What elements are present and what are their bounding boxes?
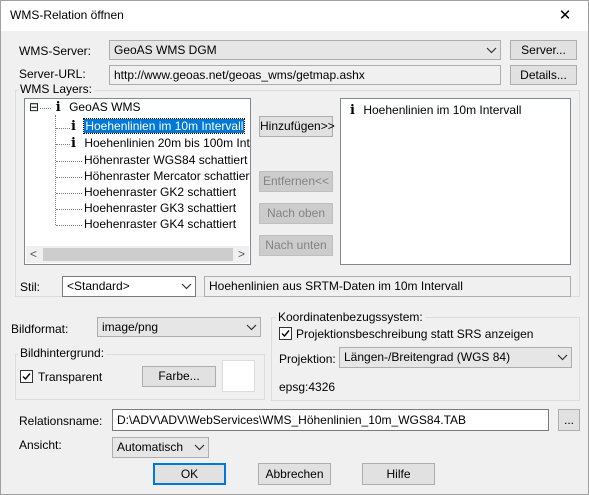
tree-root-node[interactable]: ⊟ i GeoAS WMS [29,100,140,115]
style-select[interactable]: <Standard> [62,276,196,297]
color-swatch [222,360,255,392]
background-group-title: Bildhintergrund: [18,346,107,360]
tree-guide-line [56,193,82,194]
style-value: <Standard> [67,279,130,293]
tree-item-hoehenraster-wgs84[interactable]: Höhenraster WGS84 schattiert [84,153,247,167]
crs-group-title: Koordinatenbezugssystem: [276,310,425,324]
tree-item-hoehenraster-gk2[interactable]: Hoehenraster GK2 schattiert [84,185,236,199]
projection-value: Längen-/Breitengrad (WGS 84) [344,350,511,364]
view-label: Ansicht: [19,438,62,452]
style-description: Hoehenlinien aus SRTM-Daten im 10m Inter… [204,276,571,297]
server-url-field[interactable]: http://www.geoas.net/geoas_wms/getmap.as… [109,65,501,85]
wms-layers-title: WMS Layers: [18,82,95,96]
dialog-window: WMS-Relation öffnen ✕ WMS-Server: GeoAS … [0,0,589,495]
tree-item-label: Hoehenlinien im 10m Intervall [83,118,246,134]
server-url-label: Server-URL: [19,67,86,81]
cancel-button[interactable]: Abbrechen [258,463,331,485]
close-button[interactable]: ✕ [542,1,588,31]
tree-guide-line [56,144,70,145]
tree-item-label: Hoehenraster GK4 schattiert [84,217,237,231]
scroll-right-icon[interactable]: > [238,247,245,261]
selected-layers-list[interactable]: i Hoehenlinien im 10m Intervall [340,98,571,265]
relation-name-field[interactable]: D:\ADV\ADV\WebServices\WMS_Höhenlinien_1… [112,409,549,431]
tree-guide-line [56,128,70,129]
window-title: WMS-Relation öffnen [10,8,124,22]
projection-select[interactable]: Längen-/Breitengrad (WGS 84) [339,347,572,368]
tree-guide-line [56,177,82,178]
tree-item-hoehenraster-gk4[interactable]: Hoehenraster GK4 schattiert [84,217,236,231]
format-value: image/png [102,320,159,334]
projection-label: Projektion: [279,352,336,366]
view-select[interactable]: Automatisch [112,437,209,458]
move-up-button[interactable]: Nach oben [259,203,333,224]
ok-button[interactable]: OK [153,463,226,485]
move-down-button[interactable]: Nach unten [259,235,333,256]
checkmark-icon [281,330,290,338]
tree-root-label: GeoAS WMS [69,100,141,114]
epsg-code: epsg:4326 [279,380,336,394]
tree-item-label: Höhenraster Mercator schattiert [84,169,251,183]
tree-item-label: Höhenraster WGS84 schattiert [84,153,248,167]
transparent-label: Transparent [38,370,103,384]
server-button[interactable]: Server... [510,40,577,60]
tree-guide-line [56,209,82,210]
tree-horizontal-scrollbar[interactable]: < > [26,246,249,263]
tree-item-hoehenraster-gk3[interactable]: Hoehenraster GK3 schattiert [84,201,236,215]
transparent-checkbox[interactable] [20,370,33,383]
list-item-label: Hoehenlinien im 10m Intervall [363,103,522,117]
scroll-left-icon[interactable]: < [30,247,37,261]
help-button[interactable]: Hilfe [362,463,435,485]
tree-guide-line [56,161,82,162]
tree-collapse-icon[interactable]: ⊟ [29,100,39,114]
scrollbar-thumb[interactable] [43,248,233,261]
info-icon: i [350,103,355,118]
chevron-down-icon [486,47,497,54]
wms-server-select[interactable]: GeoAS WMS DGM [109,40,501,60]
tree-guide-line [56,225,82,226]
close-icon: ✕ [558,7,572,24]
format-select[interactable]: image/png [97,317,261,337]
projection-description-checkbox[interactable] [279,327,292,340]
projection-description-label: Projektionsbeschreibung statt SRS anzeig… [296,327,534,341]
browse-button[interactable]: ... [558,409,580,431]
chevron-down-icon [557,354,568,361]
info-icon: i [71,119,76,134]
checkmark-icon [22,373,31,381]
title-bar: WMS-Relation öffnen ✕ [1,1,588,31]
chevron-down-icon [194,444,205,451]
chevron-down-icon [246,324,257,331]
info-icon: i [71,136,76,151]
remove-layer-button[interactable]: Entfernen<< [259,171,333,192]
relation-name-label: Relationsname: [19,414,103,428]
wms-server-label: WMS-Server: [19,44,91,58]
list-item[interactable]: i Hoehenlinien im 10m Intervall [350,103,521,118]
view-value: Automatisch [117,440,184,454]
tree-item-hoehenlinien-20m[interactable]: i Hoehenlinien 20m bis 100m Interva [71,136,250,151]
tree-item-hoehenraster-mercator[interactable]: Höhenraster Mercator schattiert [84,169,251,183]
tree-item-label: Hoehenraster GK2 schattiert [84,185,237,199]
color-button[interactable]: Farbe... [142,366,216,387]
wms-server-value: GeoAS WMS DGM [114,43,217,57]
tree-item-label: Hoehenlinien 20m bis 100m Interva [84,136,250,150]
tree-item-label: Hoehenraster GK3 schattiert [84,201,237,215]
chevron-down-icon [181,283,192,290]
add-layer-button[interactable]: Hinzufügen>> [259,116,335,137]
style-label: Stil: [20,280,41,294]
tree-item-hoehenlinien-10m[interactable]: i Hoehenlinien im 10m Intervall [71,118,246,134]
format-label: Bildformat: [11,322,69,336]
layer-tree[interactable]: ⊟ i GeoAS WMS i Hoehenlinien im 10m Inte… [24,98,251,265]
info-icon: i [55,100,61,115]
details-button[interactable]: Details... [510,65,577,85]
